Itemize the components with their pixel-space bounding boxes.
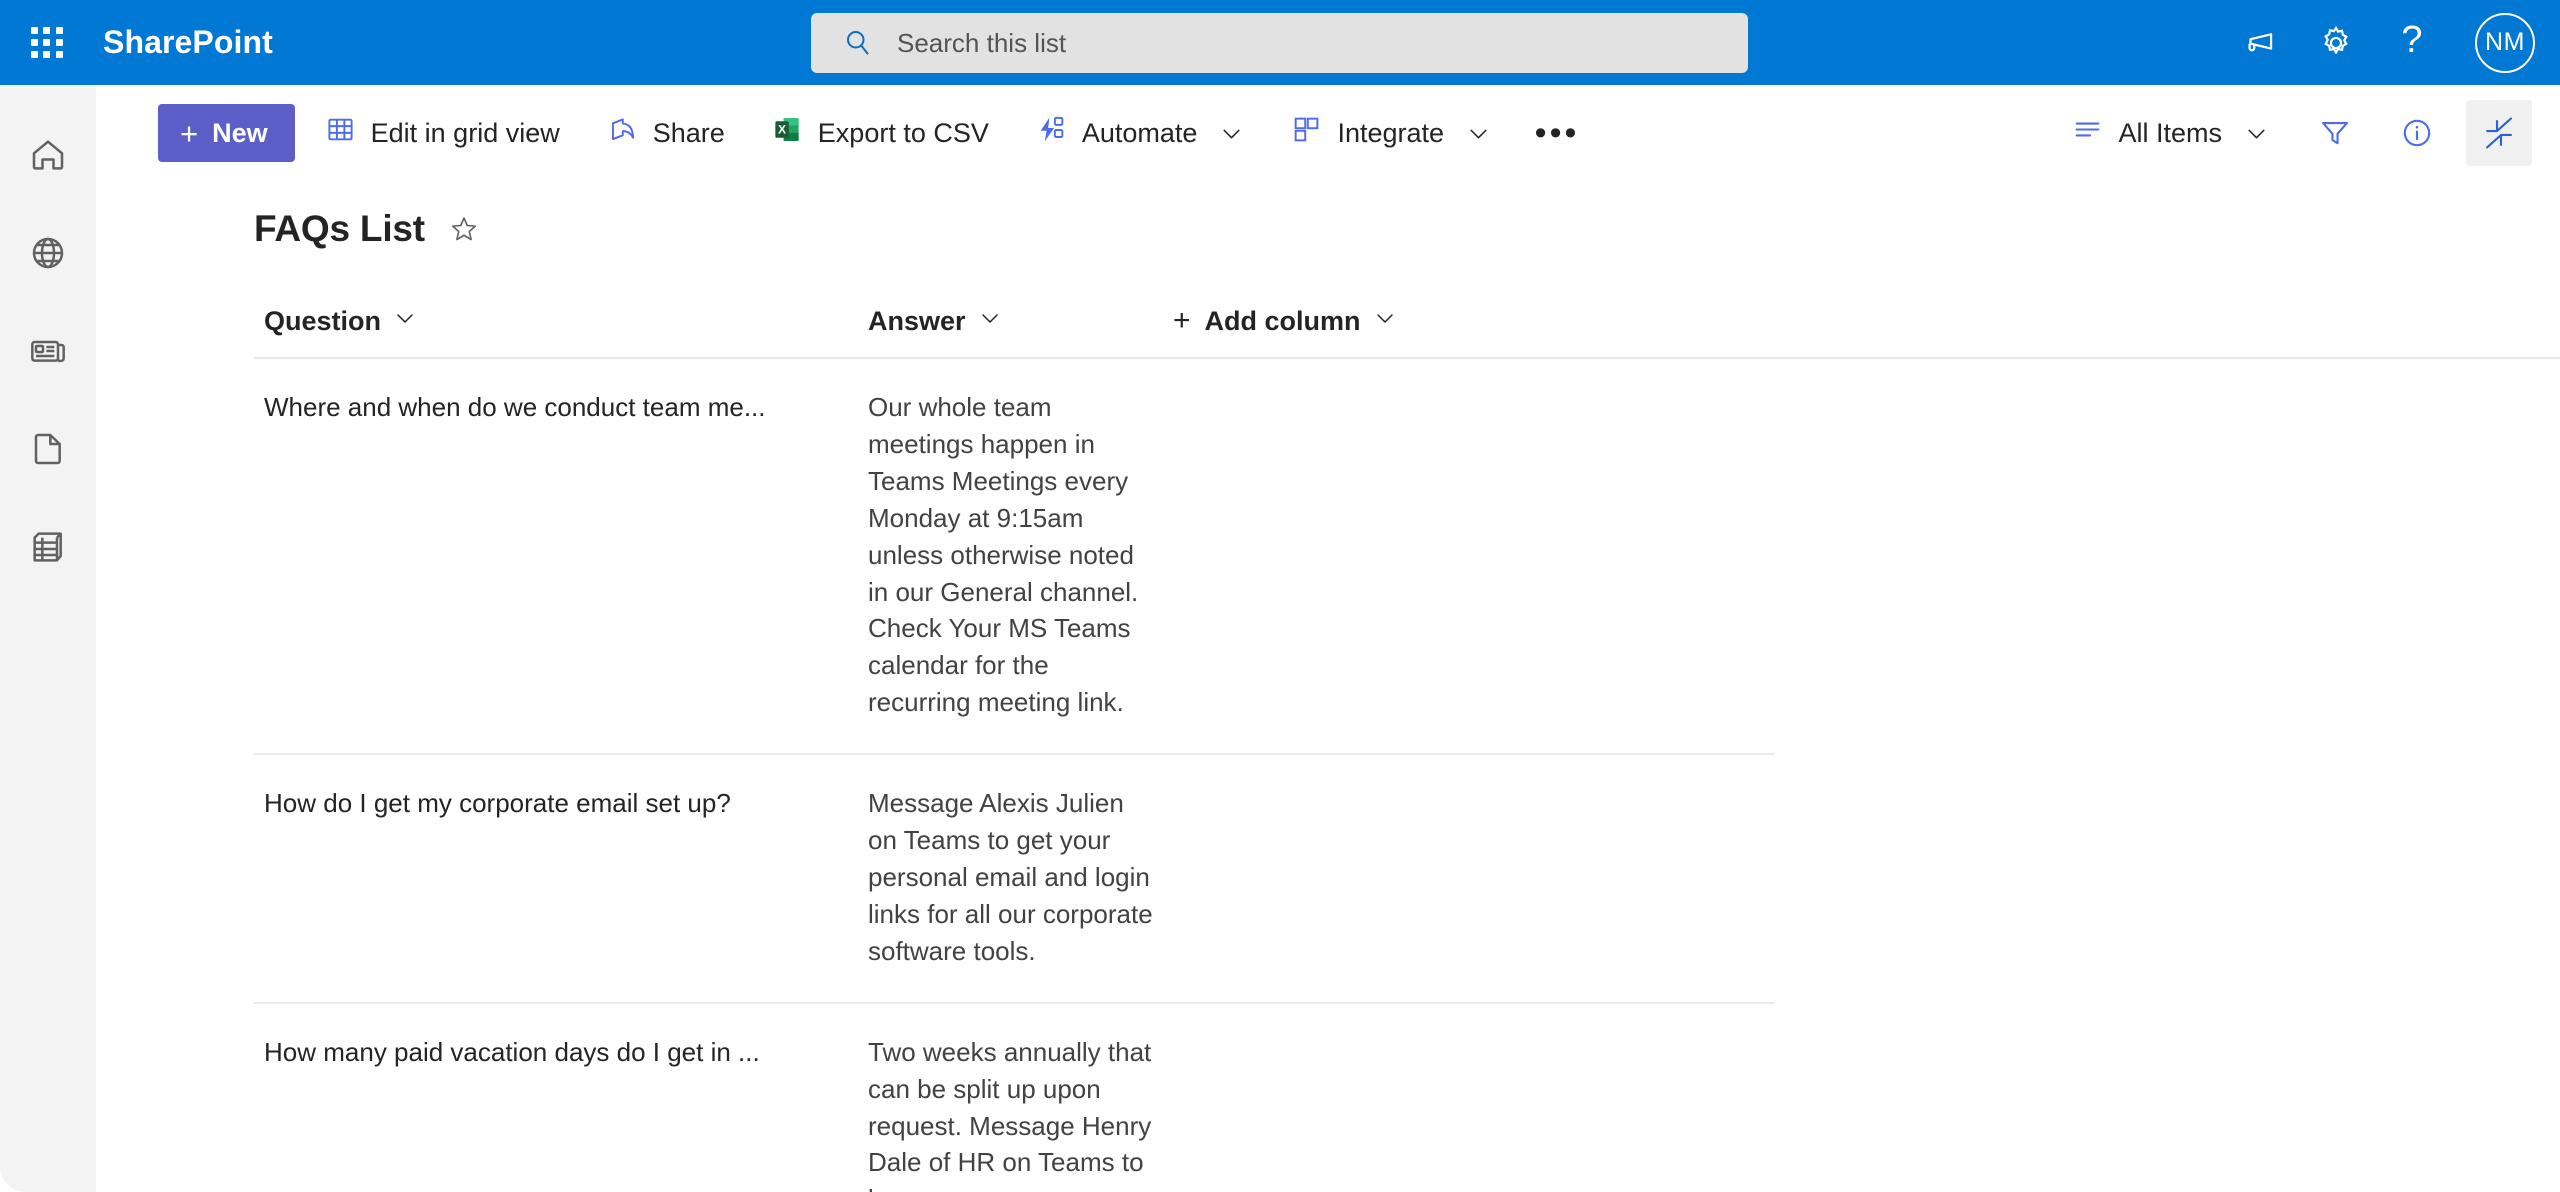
filter-icon[interactable]: [2302, 100, 2368, 166]
megaphone-icon[interactable]: [2222, 0, 2298, 85]
table-row[interactable]: How many paid vacation days do I get in …: [254, 1004, 2560, 1192]
table-row[interactable]: How do I get my corporate email set up? …: [254, 755, 2560, 1004]
edit-in-grid-view-button[interactable]: Edit in grid view: [308, 101, 577, 165]
view-selector-label: All Items: [2118, 117, 2222, 148]
command-bar: + New Edit in grid view Share X Export t…: [96, 85, 2560, 181]
app-launcher-waffle-icon[interactable]: [27, 23, 67, 63]
cell-answer[interactable]: Two weeks annually that can be split up …: [858, 1004, 1163, 1192]
page-title: FAQs List: [254, 208, 425, 249]
export-to-csv-label: Export to CSV: [817, 117, 989, 148]
chevron-down-icon: [1373, 306, 1397, 337]
search-box[interactable]: [811, 13, 1748, 73]
integrate-button[interactable]: Integrate: [1274, 101, 1508, 165]
command-bar-right: All Items: [2055, 85, 2532, 181]
suite-header-actions: ? NM: [2222, 0, 2560, 85]
search-icon: [843, 28, 873, 58]
share-icon: [607, 114, 638, 152]
column-header-answer-label: Answer: [868, 305, 966, 336]
cell-question[interactable]: Where and when do we conduct team me...: [254, 359, 858, 755]
chevron-down-icon: [978, 306, 1002, 337]
share-button[interactable]: Share: [590, 101, 742, 165]
info-icon[interactable]: [2384, 100, 2450, 166]
view-list-icon: [2072, 114, 2103, 152]
column-header-question-label: Question: [264, 305, 382, 336]
grid-icon: [325, 114, 356, 152]
export-to-csv-button[interactable]: X Export to CSV: [755, 101, 1006, 165]
chevron-down-icon: [1466, 121, 1491, 146]
add-column-label: Add column: [1204, 305, 1361, 336]
chevron-down-icon: [393, 306, 417, 337]
edit-in-grid-view-label: Edit in grid view: [370, 117, 560, 148]
chevron-down-icon: [2244, 121, 2269, 146]
sidebar-item-lists[interactable]: [0, 498, 96, 596]
cell-answer[interactable]: Our whole team meetings happen in Teams …: [858, 359, 1163, 755]
sidebar-item-sites[interactable]: [0, 204, 96, 302]
more-commands-button[interactable]: •••: [1526, 102, 1588, 164]
avatar-initials: NM: [2475, 12, 2535, 73]
search-input[interactable]: [897, 27, 1748, 59]
sharepoint-list-app: SharePoint ?: [0, 0, 2560, 1192]
cell-question[interactable]: How do I get my corporate email set up?: [254, 755, 858, 1004]
column-header-question[interactable]: Question: [254, 295, 858, 347]
star-outline-icon[interactable]: [443, 208, 485, 250]
add-column-button[interactable]: + Add column: [1163, 295, 1407, 347]
cell-answer[interactable]: Message Alexis Julien on Teams to get yo…: [858, 755, 1163, 1004]
suite-header: SharePoint ?: [0, 0, 2560, 85]
new-button-label: New: [212, 117, 268, 148]
automate-button[interactable]: Automate: [1019, 101, 1262, 165]
column-header-answer[interactable]: Answer: [858, 295, 1163, 347]
avatar[interactable]: NM: [2450, 0, 2560, 85]
table-row[interactable]: Where and when do we conduct team me... …: [254, 359, 2560, 756]
plus-icon: +: [180, 115, 199, 151]
table-header-row: Question Answer + Add column: [254, 295, 2560, 357]
sidebar-item-files[interactable]: [0, 400, 96, 498]
page-title-row: FAQs List: [254, 203, 2560, 255]
svg-text:X: X: [778, 122, 786, 136]
help-icon[interactable]: ?: [2374, 0, 2450, 85]
integrate-label: Integrate: [1337, 117, 1445, 148]
cell-question[interactable]: How many paid vacation days do I get in …: [254, 1004, 858, 1192]
automate-icon: [1036, 114, 1067, 152]
collapse-pane-icon[interactable]: [2466, 100, 2532, 166]
chevron-down-icon: [1219, 121, 1244, 146]
sidebar-item-home[interactable]: [0, 106, 96, 204]
plus-icon: +: [1173, 304, 1191, 337]
left-nav-rail: [0, 85, 96, 1192]
list-workspace: + New Edit in grid view Share X Export t…: [96, 85, 2560, 1192]
share-label: Share: [652, 117, 725, 148]
sidebar-item-news[interactable]: [0, 302, 96, 400]
new-button[interactable]: + New: [158, 104, 295, 162]
gear-icon[interactable]: [2298, 0, 2374, 85]
view-selector-button[interactable]: All Items: [2055, 101, 2286, 165]
automate-label: Automate: [1081, 117, 1198, 148]
integrate-icon: [1291, 114, 1322, 152]
sharepoint-brand-link[interactable]: SharePoint: [103, 24, 273, 61]
excel-icon: X: [772, 114, 803, 152]
list-table: Question Answer + Add column Where and w…: [254, 295, 2560, 1192]
